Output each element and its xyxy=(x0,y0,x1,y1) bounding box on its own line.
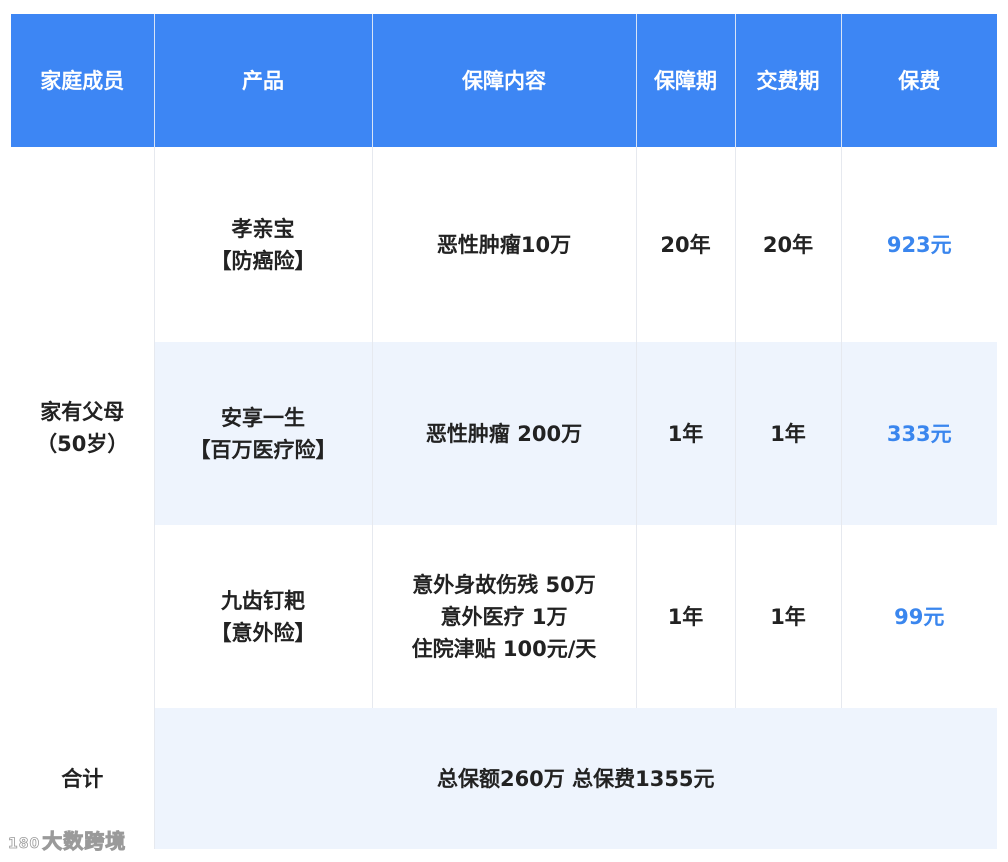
premium-cell: 99元 xyxy=(841,525,997,708)
product-cell: 九齿钉耙 【意外险】 xyxy=(154,525,373,708)
header-coverage-period: 保障期 xyxy=(636,14,736,147)
total-value: 总保额260万 总保费1355元 xyxy=(154,708,997,849)
header-family-member: 家庭成员 xyxy=(11,14,155,147)
product-name: 安享一生 xyxy=(221,405,305,430)
product-cell: 安享一生 【百万医疗险】 xyxy=(154,342,373,525)
coverage-cell: 恶性肿瘤 200万 xyxy=(372,342,637,525)
coverage-cell: 恶性肿瘤10万 xyxy=(372,147,637,342)
premium-cell: 333元 xyxy=(841,342,997,525)
product-name: 孝亲宝 xyxy=(231,216,295,241)
header-premium: 保费 xyxy=(841,14,997,147)
product-cell: 孝亲宝 【防癌险】 xyxy=(154,147,373,342)
total-label: 合计 xyxy=(11,708,155,849)
payment-period-cell: 20年 xyxy=(735,147,842,342)
product-type: 【百万医疗险】 xyxy=(189,437,337,462)
table-row: 家有父母 （50岁） 孝亲宝 【防癌险】 恶性肿瘤10万 20年 20年 923… xyxy=(11,147,997,708)
product-type: 【意外险】 xyxy=(210,620,316,645)
watermark: 180 大数跨境 xyxy=(8,829,126,856)
payment-period-cell: 1年 xyxy=(735,342,842,525)
coverage-cell: 意外身故伤残 50万 意外医疗 1万 住院津贴 100元/天 xyxy=(372,525,637,708)
coverage-item: 恶性肿瘤10万 xyxy=(436,232,572,257)
product-type: 【防癌险】 xyxy=(210,248,316,273)
premium-cell: 923元 xyxy=(841,147,997,342)
coverage-item: 恶性肿瘤 200万 xyxy=(425,421,583,446)
coverage-period-cell: 20年 xyxy=(636,147,736,342)
header-row: 家庭成员 产品 保障内容 保障期 交费期 保费 xyxy=(11,14,997,147)
payment-period-cell: 1年 xyxy=(735,525,842,708)
coverage-period-cell: 1年 xyxy=(636,525,736,708)
family-member-cell: 家有父母 （50岁） xyxy=(11,147,155,708)
table-row: 九齿钉耙 【意外险】 意外身故伤残 50万 意外医疗 1万 住院津贴 100元/… xyxy=(11,525,997,708)
watermark-text: 大数跨境 xyxy=(42,829,127,854)
coverage-period-cell: 1年 xyxy=(636,342,736,525)
header-payment-period: 交费期 xyxy=(735,14,842,147)
coverage-item: 意外身故伤残 50万 xyxy=(412,572,596,597)
table-row: 安享一生 【百万医疗险】 恶性肿瘤 200万 1年 1年 333元 xyxy=(11,342,997,525)
product-name: 九齿钉耙 xyxy=(221,588,305,613)
family-member-label: 家有父母 xyxy=(40,399,125,424)
header-coverage: 保障内容 xyxy=(372,14,637,147)
insurance-plan-table: 家庭成员 产品 保障内容 保障期 交费期 保费 家有父母 （50岁） 孝亲宝 【… xyxy=(11,14,997,849)
family-member-age: （50岁） xyxy=(36,431,129,456)
header-product: 产品 xyxy=(154,14,373,147)
total-row: 合计 总保额260万 总保费1355元 xyxy=(11,708,997,849)
watermark-logo-icon: 180 xyxy=(8,836,41,853)
coverage-item: 意外医疗 1万 xyxy=(440,604,568,629)
coverage-item: 住院津贴 100元/天 xyxy=(411,636,597,661)
